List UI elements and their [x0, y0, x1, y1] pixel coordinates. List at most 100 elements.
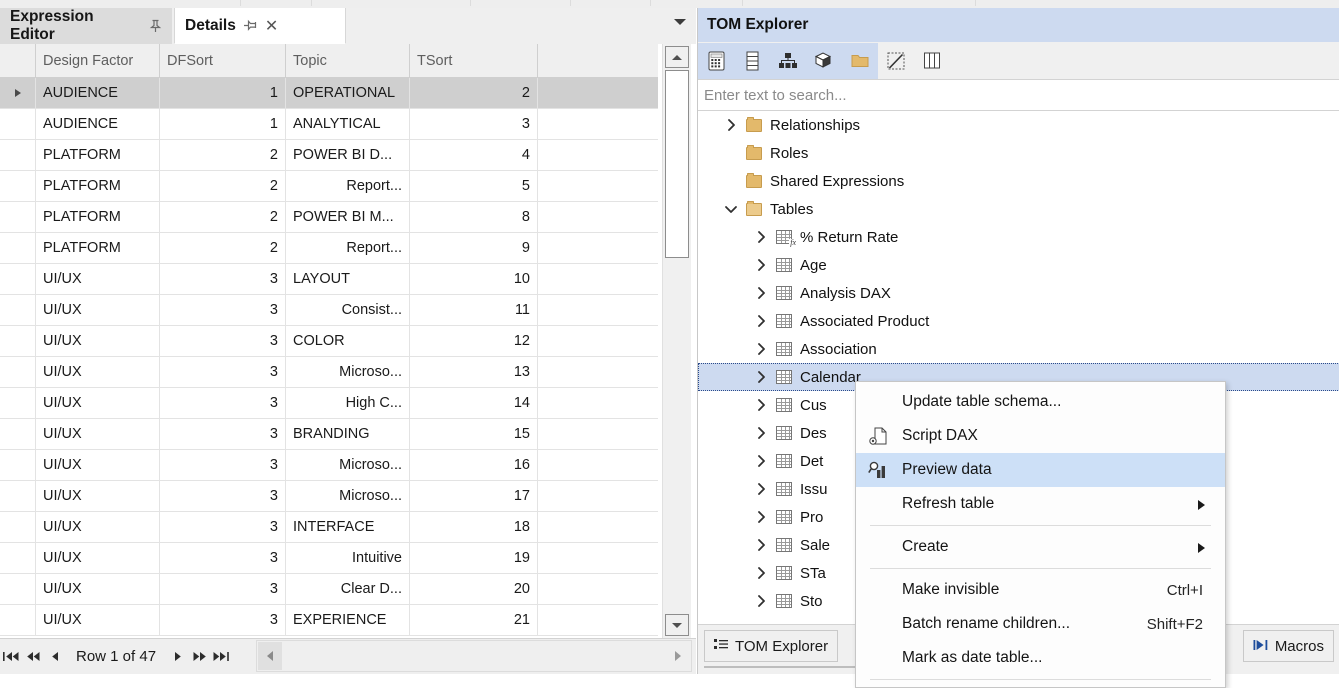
cell-dfsort[interactable]: 3 — [160, 512, 286, 542]
cell-design-factor[interactable]: UI/UX — [36, 543, 160, 573]
table-row[interactable]: UI/UX3Consist...11 — [0, 295, 658, 326]
chevron-right-icon[interactable] — [750, 258, 772, 272]
cell-tsort[interactable]: 20 — [410, 574, 538, 604]
hscroll-left-button[interactable] — [258, 642, 282, 670]
menu-item-script-dax[interactable]: Script DAX — [856, 419, 1225, 453]
hidden-objects-icon[interactable] — [878, 43, 914, 79]
cell-topic[interactable]: Microso... — [286, 481, 410, 511]
table-row[interactable]: UI/UX3LAYOUT10 — [0, 264, 658, 295]
cell-tsort[interactable]: 11 — [410, 295, 538, 325]
cell-dfsort[interactable]: 3 — [160, 388, 286, 418]
menu-item-mark-as-date-table[interactable]: Mark as date table... — [856, 641, 1225, 675]
cell-topic[interactable]: POWER BI D... — [286, 140, 410, 170]
cell-design-factor[interactable]: AUDIENCE — [36, 109, 160, 139]
chevron-right-icon[interactable] — [750, 426, 772, 440]
cell-dfsort[interactable]: 3 — [160, 543, 286, 573]
menu-item-make-invisible[interactable]: Make invisibleCtrl+I — [856, 573, 1225, 607]
chevron-down-icon[interactable] — [720, 205, 742, 214]
table-row[interactable]: UI/UX3Microso...16 — [0, 450, 658, 481]
table-row[interactable]: PLATFORM2POWER BI D...4 — [0, 140, 658, 171]
scroll-up-button[interactable] — [665, 46, 689, 68]
grid-header-dfsort[interactable]: DFSort — [160, 44, 286, 77]
cell-topic[interactable]: Microso... — [286, 357, 410, 387]
table-row[interactable]: PLATFORM2Report...5 — [0, 171, 658, 202]
cell-dfsort[interactable]: 1 — [160, 109, 286, 139]
cell-dfsort[interactable]: 3 — [160, 605, 286, 635]
cell-design-factor[interactable]: UI/UX — [36, 388, 160, 418]
cell-tsort[interactable]: 15 — [410, 419, 538, 449]
nav-next-page-button[interactable] — [188, 645, 210, 669]
table-row[interactable]: AUDIENCE1OPERATIONAL2 — [0, 78, 658, 109]
cell-tsort[interactable]: 19 — [410, 543, 538, 573]
cell-topic[interactable]: Clear D... — [286, 574, 410, 604]
menu-item-update-table-schema[interactable]: Update table schema... — [856, 385, 1225, 419]
table-row[interactable]: UI/UX3COLOR12 — [0, 326, 658, 357]
cell-design-factor[interactable]: UI/UX — [36, 295, 160, 325]
chevron-right-icon[interactable] — [750, 230, 772, 244]
cell-topic[interactable]: Report... — [286, 171, 410, 201]
cell-design-factor[interactable]: UI/UX — [36, 450, 160, 480]
tree-item-roles[interactable]: Roles — [698, 139, 1339, 167]
chevron-right-icon[interactable] — [750, 398, 772, 412]
table-row[interactable]: UI/UX3INTERFACE18 — [0, 512, 658, 543]
table-row[interactable]: UI/UX3Intuitive19 — [0, 543, 658, 574]
chevron-right-icon[interactable] — [750, 370, 772, 384]
scroll-down-button[interactable] — [665, 614, 689, 636]
chevron-right-icon[interactable] — [750, 314, 772, 328]
tree-item-tables[interactable]: Tables — [698, 195, 1339, 223]
cell-dfsort[interactable]: 2 — [160, 233, 286, 263]
tab-expression-editor[interactable]: Expression Editor — [0, 8, 172, 44]
chevron-right-icon[interactable] — [750, 286, 772, 300]
tree-item-association[interactable]: Association — [698, 335, 1339, 363]
pin-horizontal-icon[interactable] — [243, 19, 258, 33]
tree-item-shared-expressions[interactable]: Shared Expressions — [698, 167, 1339, 195]
grid-horizontal-scrollbar[interactable] — [256, 640, 692, 672]
cell-topic[interactable]: Microso... — [286, 450, 410, 480]
table-row[interactable]: UI/UX3Clear D...20 — [0, 574, 658, 605]
chevron-right-icon[interactable] — [750, 510, 772, 524]
cell-tsort[interactable]: 2 — [410, 78, 538, 108]
chevron-right-icon[interactable] — [750, 482, 772, 496]
menu-item-batch-rename-children[interactable]: Batch rename children...Shift+F2 — [856, 607, 1225, 641]
bottom-tab-macros[interactable]: Macros — [1243, 630, 1334, 662]
tom-search-input[interactable]: Enter text to search... — [698, 80, 1339, 111]
table-row[interactable]: UI/UX3Microso...13 — [0, 357, 658, 388]
table-row[interactable]: UI/UX3High C...14 — [0, 388, 658, 419]
cell-dfsort[interactable]: 3 — [160, 481, 286, 511]
columns-icon[interactable] — [734, 43, 770, 79]
cell-design-factor[interactable]: UI/UX — [36, 419, 160, 449]
tree-item-analysis-dax[interactable]: Analysis DAX — [698, 279, 1339, 307]
pin-vertical-icon[interactable] — [149, 19, 162, 33]
cell-topic[interactable]: ANALYTICAL — [286, 109, 410, 139]
nav-next-record-button[interactable] — [166, 645, 188, 669]
cell-tsort[interactable]: 8 — [410, 202, 538, 232]
grid-header-tsort[interactable]: TSort — [410, 44, 538, 77]
cell-design-factor[interactable]: PLATFORM — [36, 233, 160, 263]
table-row[interactable]: PLATFORM2POWER BI M...8 — [0, 202, 658, 233]
cell-topic[interactable]: BRANDING — [286, 419, 410, 449]
cell-dfsort[interactable]: 3 — [160, 295, 286, 325]
chevron-right-icon[interactable] — [750, 594, 772, 608]
menu-item-create[interactable]: Create — [856, 530, 1225, 564]
nav-last-record-button[interactable] — [210, 645, 232, 669]
cell-tsort[interactable]: 4 — [410, 140, 538, 170]
cell-topic[interactable]: Intuitive — [286, 543, 410, 573]
nav-first-record-button[interactable] — [0, 645, 22, 669]
tree-item-relationships[interactable]: Relationships — [698, 111, 1339, 139]
cell-topic[interactable]: Consist... — [286, 295, 410, 325]
tree-item-return-rate[interactable]: fx% Return Rate — [698, 223, 1339, 251]
nav-prev-page-button[interactable] — [22, 645, 44, 669]
cell-dfsort[interactable]: 3 — [160, 357, 286, 387]
cell-design-factor[interactable]: UI/UX — [36, 574, 160, 604]
scroll-thumb[interactable] — [665, 70, 689, 258]
display-folders-icon[interactable] — [842, 43, 878, 79]
close-icon[interactable]: ✕ — [265, 16, 278, 36]
cell-dfsort[interactable]: 2 — [160, 140, 286, 170]
cell-topic[interactable]: INTERFACE — [286, 512, 410, 542]
cell-dfsort[interactable]: 2 — [160, 202, 286, 232]
grid-header-topic[interactable]: Topic — [286, 44, 410, 77]
measures-icon[interactable] — [698, 43, 734, 79]
cell-tsort[interactable]: 9 — [410, 233, 538, 263]
cell-tsort[interactable]: 13 — [410, 357, 538, 387]
chevron-down-icon[interactable] — [674, 19, 686, 25]
